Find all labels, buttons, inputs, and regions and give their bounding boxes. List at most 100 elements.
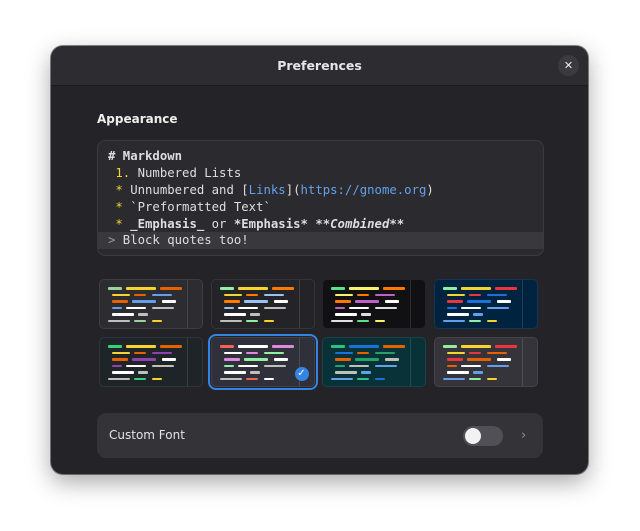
- code-line-bar: [126, 345, 156, 348]
- code-line-bar: [442, 287, 457, 290]
- style-scheme-4[interactable]: [433, 279, 538, 329]
- style-scheme-1[interactable]: [99, 279, 203, 329]
- code-line-bar: [223, 364, 234, 367]
- window-title: Preferences: [277, 58, 362, 73]
- code-line-bar: [375, 351, 395, 354]
- code-line-bar: [460, 345, 491, 348]
- chevron-right-icon[interactable]: ›: [521, 413, 526, 458]
- code-line-bar: [349, 287, 379, 290]
- scheme-gutter: [410, 338, 411, 386]
- code-line-bar: [331, 377, 353, 380]
- custom-font-row[interactable]: Custom Font ›: [97, 413, 543, 458]
- custom-font-label: Custom Font: [109, 428, 185, 442]
- code-line-bar: [263, 364, 286, 367]
- code-line-bar: [245, 319, 258, 322]
- code-line-bar: [245, 351, 258, 354]
- markdown-preview: # Markdown 1. Numbered Lists * Unnumbere…: [97, 140, 544, 256]
- code-line-bar: [335, 358, 351, 361]
- code-line-bar: [219, 319, 242, 322]
- code-line-bar: [335, 300, 351, 303]
- code-line-bar: [375, 293, 395, 296]
- style-scheme-5[interactable]: [99, 337, 203, 387]
- link-paren: ](: [285, 183, 301, 197]
- code-line-bar: [446, 306, 457, 309]
- code-line-bar: [446, 300, 463, 303]
- code-line-bar: [486, 319, 497, 322]
- link-close: ): [426, 183, 434, 197]
- code-line-bar: [112, 306, 122, 309]
- code-line-bar: [383, 345, 405, 348]
- numbered-text: Numbered Lists: [130, 166, 242, 180]
- code-line-bar: [468, 351, 481, 354]
- code-line-bar: [126, 364, 146, 367]
- code-line-bar: [152, 306, 174, 309]
- style-scheme-3[interactable]: [322, 279, 426, 329]
- code-line-bar: [134, 293, 146, 296]
- code-line-bar: [237, 287, 268, 290]
- code-line-bar: [331, 345, 345, 348]
- code-line-bar: [152, 364, 174, 367]
- code-line-bar: [223, 313, 246, 316]
- code-line-bar: [446, 293, 465, 296]
- code-line-bar: [446, 371, 469, 374]
- code-line-bar: [331, 287, 345, 290]
- code-line-bar: [112, 313, 134, 316]
- code-line-bar: [357, 351, 369, 354]
- code-line-bar: [460, 287, 491, 290]
- code-line-bar: [446, 364, 457, 367]
- style-scheme-2[interactable]: [210, 279, 315, 329]
- code-line-bar: [355, 300, 379, 303]
- code-line-bar: [160, 287, 182, 290]
- code-line-bar: [335, 364, 345, 367]
- code-line-bar: [466, 358, 491, 361]
- code-line-bar: [375, 377, 385, 380]
- code-line-bar: [385, 300, 399, 303]
- code-line-bar: [160, 345, 182, 348]
- scheme-gutter: [521, 338, 523, 386]
- code-line-bar: [472, 313, 483, 316]
- code-line-bar: [486, 364, 509, 367]
- code-line-bar: [237, 306, 258, 309]
- code-line-bar: [468, 293, 481, 296]
- code-line-bar: [138, 371, 148, 374]
- code-line-bar: [446, 313, 469, 316]
- code-line-bar: [335, 371, 357, 374]
- code-line-bar: [112, 351, 130, 354]
- code-line-bar: [134, 377, 146, 380]
- code-line-bar: [357, 377, 369, 380]
- bullet-marker: *: [115, 200, 123, 214]
- code-line-bar: [442, 319, 465, 322]
- link-text: Links: [248, 183, 286, 197]
- preview-line-emphasis: * _Emphasis_ or *Emphasis* **Combined**: [108, 216, 404, 233]
- code-line-bar: [486, 351, 507, 354]
- code-line-bar: [357, 293, 369, 296]
- code-line-bar: [162, 358, 176, 361]
- close-button[interactable]: ✕: [558, 55, 579, 76]
- code-line-bar: [472, 371, 483, 374]
- scheme-gutter: [521, 280, 523, 328]
- style-scheme-7[interactable]: [322, 337, 426, 387]
- code-line-bar: [237, 364, 258, 367]
- code-line-bar: [108, 319, 130, 322]
- preview-line-preformatted: * `Preformatted Text`: [108, 199, 271, 216]
- code-line-bar: [245, 377, 258, 380]
- code-line-bar: [442, 345, 457, 348]
- code-line-bar: [263, 293, 284, 296]
- custom-font-switch[interactable]: [463, 426, 503, 446]
- style-scheme-6[interactable]: ✓: [207, 334, 318, 390]
- code-line-bar: [468, 377, 481, 380]
- preformatted-text: `Preformatted Text`: [122, 200, 271, 214]
- style-scheme-8[interactable]: [433, 337, 538, 387]
- code-line-bar: [331, 319, 353, 322]
- code-line-bar: [494, 345, 517, 348]
- code-line-bar: [335, 351, 353, 354]
- code-line-bar: [152, 351, 172, 354]
- code-line-bar: [486, 293, 507, 296]
- code-line-bar: [245, 293, 258, 296]
- code-line-bar: [375, 364, 397, 367]
- code-line-bar: [112, 358, 128, 361]
- code-line-bar: [243, 300, 268, 303]
- close-icon: ✕: [563, 59, 574, 72]
- code-line-bar: [249, 371, 260, 374]
- list-number: 1.: [115, 166, 131, 180]
